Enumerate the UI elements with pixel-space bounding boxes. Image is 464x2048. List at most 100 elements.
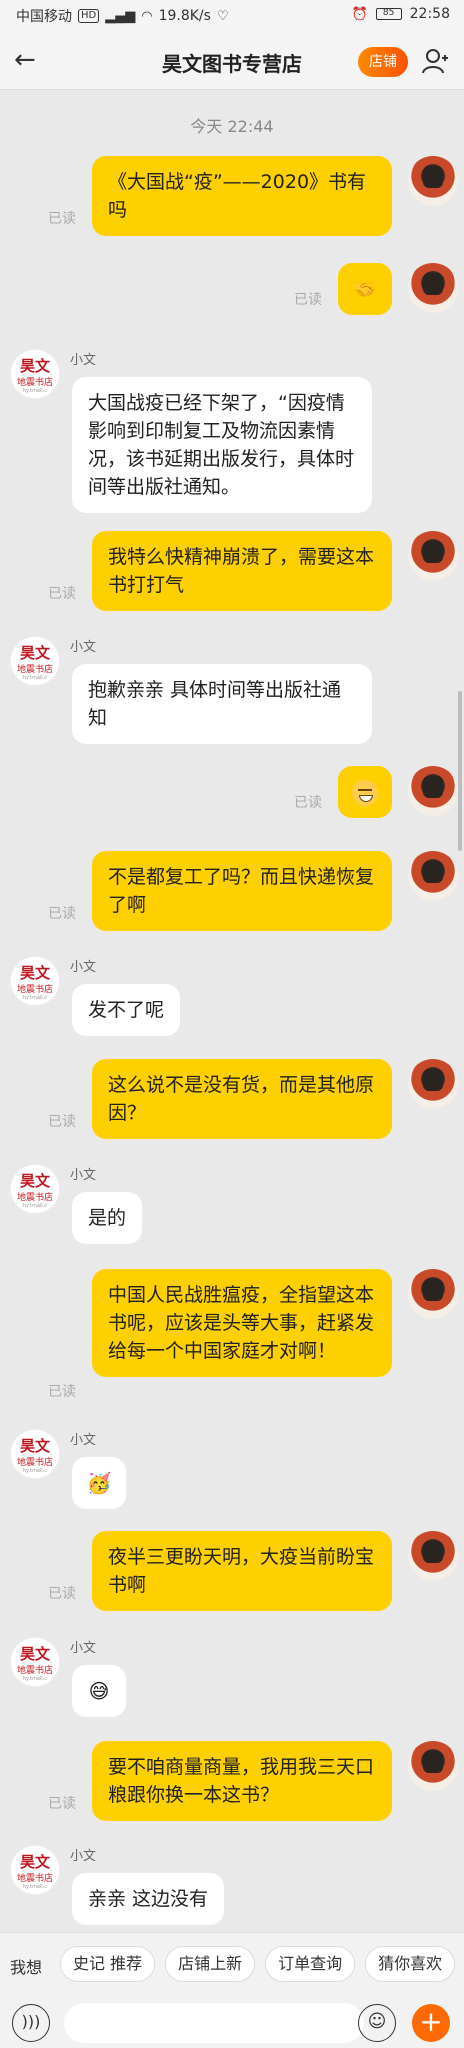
my-avatar[interactable] bbox=[408, 851, 458, 901]
message-row: 昊文 地震书店 hy.tmall.c 小文 🥳 bbox=[0, 1429, 464, 1513]
message-row: 已读 bbox=[0, 766, 464, 822]
quick-reply-bar: 我想 史记 推荐 店铺上新 订单查询 猜你喜欢 bbox=[0, 1932, 464, 1998]
read-receipt: 已读 bbox=[48, 1384, 76, 1400]
my-avatar[interactable] bbox=[408, 1269, 458, 1319]
shop-message-bubble[interactable]: 大国战疫已经下架了，“因疫情影响到印制复工及物流因素情况，该书延期出版发行，具体… bbox=[72, 377, 372, 513]
alarm-icon: ⏰ bbox=[351, 6, 368, 22]
shop-avatar[interactable]: 昊文 地震书店 hy.tmall.c bbox=[10, 636, 60, 686]
avatar-logo-url: hy.tmall.c bbox=[22, 1676, 48, 1682]
hd-badge: HD bbox=[78, 9, 100, 23]
network-speed: 19.8K/s bbox=[158, 8, 211, 24]
shop-message-bubble[interactable]: 发不了呢 bbox=[72, 984, 181, 1036]
shop-message-bubble[interactable]: 亲亲 这边没有 bbox=[72, 1873, 225, 1925]
shop-avatar[interactable]: 昊文 地震书店 hy.tmall.c bbox=[10, 1637, 60, 1687]
signal-icon: ▂▄▆ bbox=[105, 8, 136, 24]
message-row: 已读 夜半三更盼天明，大疫当前盼宝书啊 bbox=[0, 1531, 464, 1611]
voice-icon[interactable]: ))) bbox=[12, 2004, 50, 2042]
sender-name: 小文 bbox=[70, 1849, 97, 1864]
carrier-label: 中国移动 bbox=[16, 9, 72, 25]
message-row: 已读 《大国战“疫”——2020》书有吗 bbox=[0, 156, 464, 236]
my-avatar[interactable] bbox=[408, 263, 458, 313]
my-avatar[interactable] bbox=[408, 1741, 458, 1791]
message-row: 已读 中国人民战胜瘟疫，全指望这本书呢，应该是头等大事，赶紧发给每一个中国家庭才… bbox=[0, 1269, 464, 1409]
quick-chip-new-arrivals[interactable]: 店铺上新 bbox=[165, 1946, 256, 1982]
shop-avatar[interactable]: 昊文 地震书店 hy.tmall.c bbox=[10, 1164, 60, 1214]
my-message-bubble[interactable]: 这么说不是没有货，而是其他原因？ bbox=[92, 1059, 392, 1139]
shop-avatar[interactable]: 昊文 地震书店 hy.tmall.c bbox=[10, 1429, 60, 1479]
avatar-logo-url: hy.tmall.c bbox=[22, 675, 48, 681]
avatar-logo-text: 昊文 bbox=[19, 964, 50, 982]
shop-avatar[interactable]: 昊文 地震书店 hy.tmall.c bbox=[10, 1845, 60, 1895]
scrollbar[interactable] bbox=[458, 691, 462, 851]
clock: 22:58 bbox=[409, 6, 450, 22]
user-icon[interactable] bbox=[420, 46, 450, 76]
chat-header: ← 昊文图书专营店 店铺 bbox=[0, 32, 464, 90]
avatar-logo-subtext: 地震书店 bbox=[16, 1458, 53, 1468]
message-row: 昊文 地震书店 hy.tmall.c 小文 亲亲 这边没有 bbox=[0, 1845, 464, 1925]
avatar-logo-text: 昊文 bbox=[19, 644, 50, 662]
message-row: 昊文 地震书店 hy.tmall.c 小文 😅 bbox=[0, 1637, 464, 1721]
my-message-bubble[interactable]: 🤝 bbox=[338, 263, 392, 315]
battery-icon: 85 bbox=[375, 8, 402, 20]
plus-icon[interactable]: + bbox=[412, 2004, 450, 2042]
quick-chip-shiji[interactable]: 史记 推荐 bbox=[60, 1946, 156, 1982]
shop-avatar[interactable]: 昊文 地震书店 hy.tmall.c bbox=[10, 956, 60, 1006]
shop-message-bubble[interactable]: 🥳 bbox=[72, 1457, 126, 1509]
message-row: 昊文 地震书店 hy.tmall.c 小文 抱歉亲亲 具体时间等出版社通知 bbox=[0, 636, 464, 746]
chat-timestamp: 今天 22:44 bbox=[190, 117, 274, 136]
read-receipt: 已读 bbox=[48, 1114, 76, 1130]
read-receipt: 已读 bbox=[48, 1586, 76, 1602]
avatar-logo-text: 昊文 bbox=[19, 1853, 50, 1871]
message-row: 已读 不是都复工了吗？而且快递恢复了啊 bbox=[0, 851, 464, 931]
party-emoji-icon: 🥳 bbox=[86, 1471, 112, 1495]
message-row: 已读 🤝 bbox=[0, 263, 464, 319]
my-message-bubble[interactable]: 夜半三更盼天明，大疫当前盼宝书啊 bbox=[92, 1531, 392, 1611]
quick-chip-order-query[interactable]: 订单查询 bbox=[265, 1946, 356, 1982]
my-message-bubble[interactable]: 我特么快精神崩溃了，需要这本书打打气 bbox=[92, 531, 392, 611]
read-receipt: 已读 bbox=[48, 211, 76, 227]
sender-name: 小文 bbox=[70, 960, 97, 975]
my-message-bubble[interactable]: 要不咱商量商量，我用我三天口粮跟你换一本这书？ bbox=[92, 1741, 392, 1821]
avatar-logo-url: hy.tmall.c bbox=[22, 1203, 48, 1209]
read-receipt: 已读 bbox=[294, 292, 322, 308]
my-avatar[interactable] bbox=[408, 766, 458, 816]
message-row: 昊文 地震书店 hy.tmall.c 小文 是的 bbox=[0, 1164, 464, 1244]
avatar-logo-text: 昊文 bbox=[19, 1645, 50, 1663]
my-message-bubble[interactable] bbox=[338, 766, 392, 818]
avatar-logo-text: 昊文 bbox=[19, 1437, 50, 1455]
sender-name: 小文 bbox=[70, 353, 97, 368]
read-receipt: 已读 bbox=[48, 1796, 76, 1812]
shop-message-bubble[interactable]: 抱歉亲亲 具体时间等出版社通知 bbox=[72, 664, 372, 744]
read-receipt: 已读 bbox=[48, 586, 76, 602]
my-message-bubble[interactable]: 《大国战“疫”——2020》书有吗 bbox=[92, 156, 392, 236]
smile-icon[interactable]: ☺ bbox=[358, 2004, 396, 2042]
my-avatar[interactable] bbox=[408, 156, 458, 206]
sender-name: 小文 bbox=[70, 1433, 97, 1448]
quick-chip-recommend[interactable]: 猜你喜欢 bbox=[365, 1946, 456, 1982]
sweat-emoji-icon: 😅 bbox=[88, 1679, 110, 1703]
avatar-logo-subtext: 地震书店 bbox=[16, 665, 53, 675]
avatar-logo-url: hy.tmall.c bbox=[22, 388, 48, 394]
shop-message-bubble[interactable]: 😅 bbox=[72, 1665, 126, 1717]
my-avatar[interactable] bbox=[408, 531, 458, 581]
avatar-logo-url: hy.tmall.c bbox=[22, 995, 48, 1001]
my-avatar[interactable] bbox=[408, 1059, 458, 1109]
shop-message-bubble[interactable]: 是的 bbox=[72, 1192, 143, 1244]
avatar-logo-subtext: 地震书店 bbox=[16, 378, 53, 388]
shop-avatar[interactable]: 昊文 地震书店 hy.tmall.c bbox=[10, 349, 60, 399]
avatar-logo-subtext: 地震书店 bbox=[16, 1874, 53, 1884]
chat-area[interactable]: 今天 22:44 已读 《大国战“疫”——2020》书有吗 已读 🤝 昊文 地震… bbox=[0, 91, 464, 1931]
wifi-icon: ◠ bbox=[141, 8, 153, 24]
my-avatar[interactable] bbox=[408, 1531, 458, 1581]
shop-button[interactable]: 店铺 bbox=[358, 47, 408, 77]
status-bar: 中国移动 HD ▂▄▆ ◠ 19.8K/s ♡ ⏰ 85 22:58 bbox=[0, 0, 464, 32]
my-message-bubble[interactable]: 中国人民战胜瘟疫，全指望这本书呢，应该是头等大事，赶紧发给每一个中国家庭才对啊！ bbox=[92, 1269, 392, 1377]
my-message-bubble[interactable]: 不是都复工了吗？而且快递恢复了啊 bbox=[92, 851, 392, 931]
message-row: 昊文 地震书店 hy.tmall.c 小文 大国战疫已经下架了，“因疫情影响到印… bbox=[0, 349, 464, 513]
grimace-emoji-icon bbox=[352, 779, 378, 806]
input-bar: ))) ☺ + bbox=[0, 1998, 464, 2048]
avatar-logo-text: 昊文 bbox=[19, 357, 50, 375]
avatar-logo-text: 昊文 bbox=[19, 1172, 50, 1190]
message-input[interactable] bbox=[64, 2003, 364, 2043]
read-receipt: 已读 bbox=[294, 795, 322, 811]
